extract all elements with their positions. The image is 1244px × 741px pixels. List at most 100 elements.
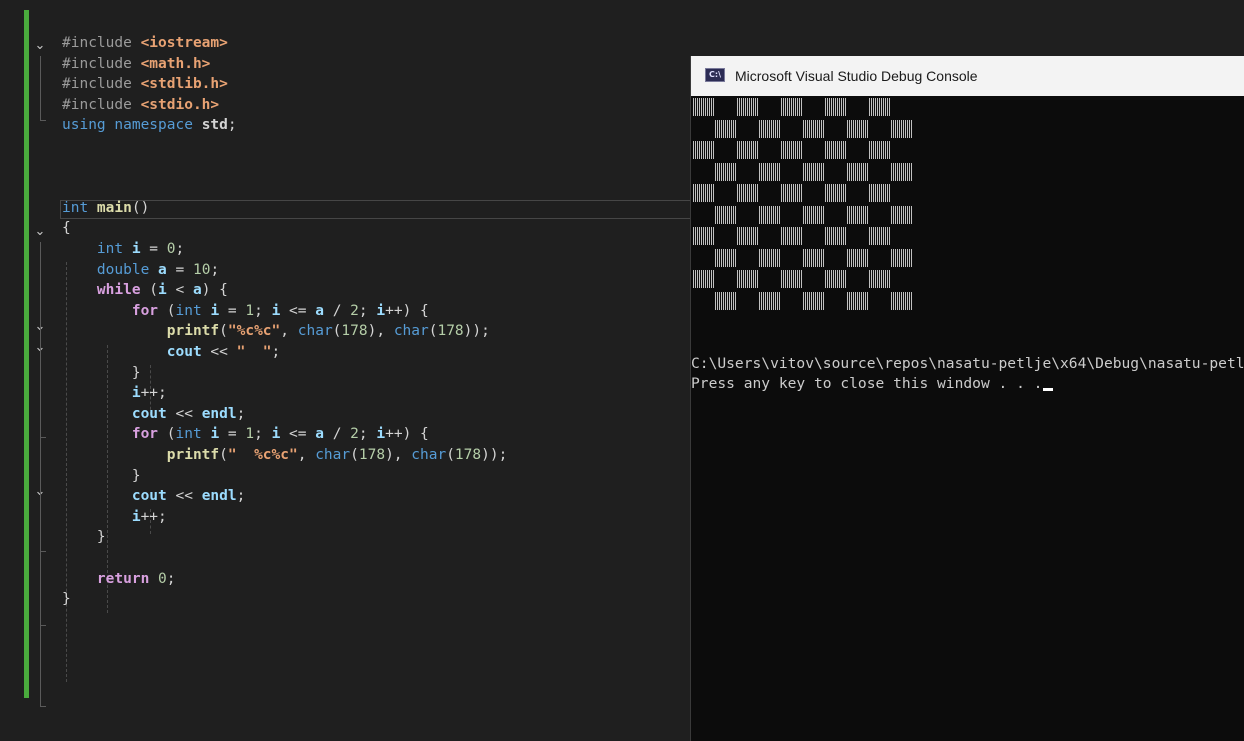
code-line[interactable]: { [62,218,71,239]
code-token: i [271,302,281,319]
code-token: 178 [454,447,482,463]
code-token: ), [367,323,394,340]
code-line[interactable]: for (int i = 1; i <= a / 2; i++) { [62,301,429,322]
checker-block [693,98,715,116]
code-token: 1 [245,426,255,443]
code-line[interactable]: } [62,363,141,384]
code-token: a [315,426,324,443]
code-token: 178 [437,323,464,340]
code-token: ( [350,447,359,463]
code-token: endl [201,488,237,505]
debug-console-window[interactable]: C:\ Microsoft Visual Studio Debug Consol… [690,56,1244,741]
code-line[interactable]: int i = 0; [62,239,184,260]
code-line[interactable]: } [62,527,106,548]
code-line[interactable]: #include <math.h> [62,54,210,75]
code-line[interactable]: #include <iostream> [62,33,228,54]
checker-block [781,184,803,202]
code-token: <stdio.h> [140,96,220,113]
code-token: i [131,508,141,525]
checker-block [737,184,759,202]
code-token: #include [62,96,141,113]
code-line[interactable]: } [62,589,71,610]
code-line[interactable]: } [62,466,141,487]
checker-block [847,162,869,181]
checker-block [781,270,803,288]
code-token: a [158,261,167,278]
checker-block [869,270,891,288]
code-token: " " [236,344,272,360]
checker-block [825,184,847,202]
checker-block [715,119,737,138]
code-token: main [96,199,132,216]
console-prompt-text: Press any key to close this window . . . [691,375,1043,392]
code-line[interactable]: while (i < a) { [62,280,228,301]
fold-chevron-down-icon[interactable]: ⌄ [31,36,49,56]
code-line[interactable]: using namespace std; [62,115,237,136]
code-line[interactable]: cout << endl; [62,404,246,425]
code-token: ( [140,282,159,299]
checker-block [737,98,759,116]
code-token: ; [271,344,281,360]
checker-block [693,227,715,245]
checker-block [891,205,913,224]
code-token: #include [62,76,141,93]
checker-block [737,227,759,245]
checker-block [715,291,737,310]
code-token: , [297,447,316,463]
console-app-icon: C:\ [705,68,725,82]
code-token: ; [254,302,272,319]
console-output-prompt: Press any key to close this window . . . [691,374,1244,394]
fold-region-end [40,706,46,707]
checker-block [759,248,781,267]
code-line[interactable]: #include <stdio.h> [62,95,219,116]
checker-block [847,248,869,267]
checker-block [825,270,847,288]
code-token: / [323,426,351,443]
checker-block [869,141,891,159]
fold-chevron-down-icon[interactable]: ⌄ [31,222,49,242]
code-token: char [297,323,333,340]
console-output-path: C:\Users\vitov\source\repos\nasatu-petlj… [691,355,1244,372]
code-line[interactable]: for (int i = 1; i <= a / 2; i++) { [62,424,429,445]
code-token: ) { [201,282,228,299]
checker-block [825,98,847,116]
checker-block [891,248,913,267]
code-line[interactable]: i++; [62,507,167,528]
code-line[interactable]: #include <stdlib.h> [62,74,228,95]
code-token: i [210,302,220,319]
code-token: printf [166,447,220,463]
console-titlebar[interactable]: C:\ Microsoft Visual Studio Debug Consol… [691,56,1244,96]
fold-region-line [40,56,41,120]
code-token: < [166,282,193,299]
code-line[interactable]: double a = 10; [62,260,219,281]
fold-region-end [40,551,46,552]
code-token: 2 [350,302,359,319]
code-token: i [376,426,386,443]
code-token: for [131,426,159,443]
checker-block [825,227,847,245]
code-line[interactable]: i++; [62,383,167,404]
code-line[interactable]: int main() [62,198,149,219]
code-token: / [323,302,351,319]
code-line[interactable]: printf(" %c%c", char(178), char(178)); [62,445,508,466]
code-line[interactable]: printf("%c%c", char(178), char(178)); [62,321,490,342]
code-token: ; [227,117,237,134]
code-token: <= [280,426,316,443]
code-token: " %c%c" [227,447,298,463]
checker-block [847,205,869,224]
code-line[interactable]: return 0; [62,569,176,590]
code-token: cout [166,344,202,360]
code-token: ; [358,302,377,319]
code-token: i [271,426,281,443]
code-line[interactable]: cout << " "; [62,342,281,363]
code-line[interactable]: cout << endl; [62,486,246,507]
